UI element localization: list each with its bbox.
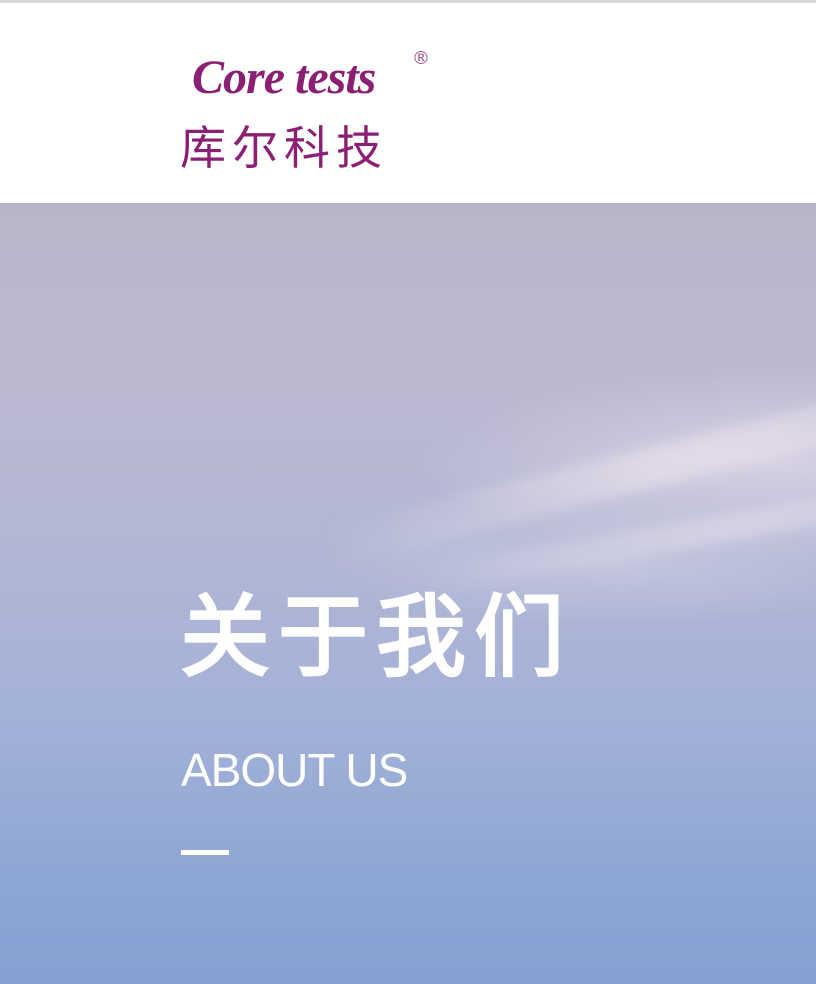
hero-banner: 关于我们 ABOUT US <box>0 203 816 984</box>
banner-title: 关于我们 <box>180 585 572 690</box>
logo-text-en: Core tests <box>192 51 376 104</box>
logo-text-cn: 库尔科技 <box>180 121 388 175</box>
brand-logo[interactable]: Core tests ® 库尔科技 <box>180 48 440 175</box>
banner-subtitle: ABOUT US <box>181 744 408 796</box>
banner-divider <box>181 850 229 855</box>
site-header: Core tests ® 库尔科技 <box>0 3 816 203</box>
registered-mark: ® <box>412 48 430 69</box>
banner-light-streak <box>324 378 816 568</box>
page: Core tests ® 库尔科技 关于我们 ABOUT US <box>0 0 816 984</box>
